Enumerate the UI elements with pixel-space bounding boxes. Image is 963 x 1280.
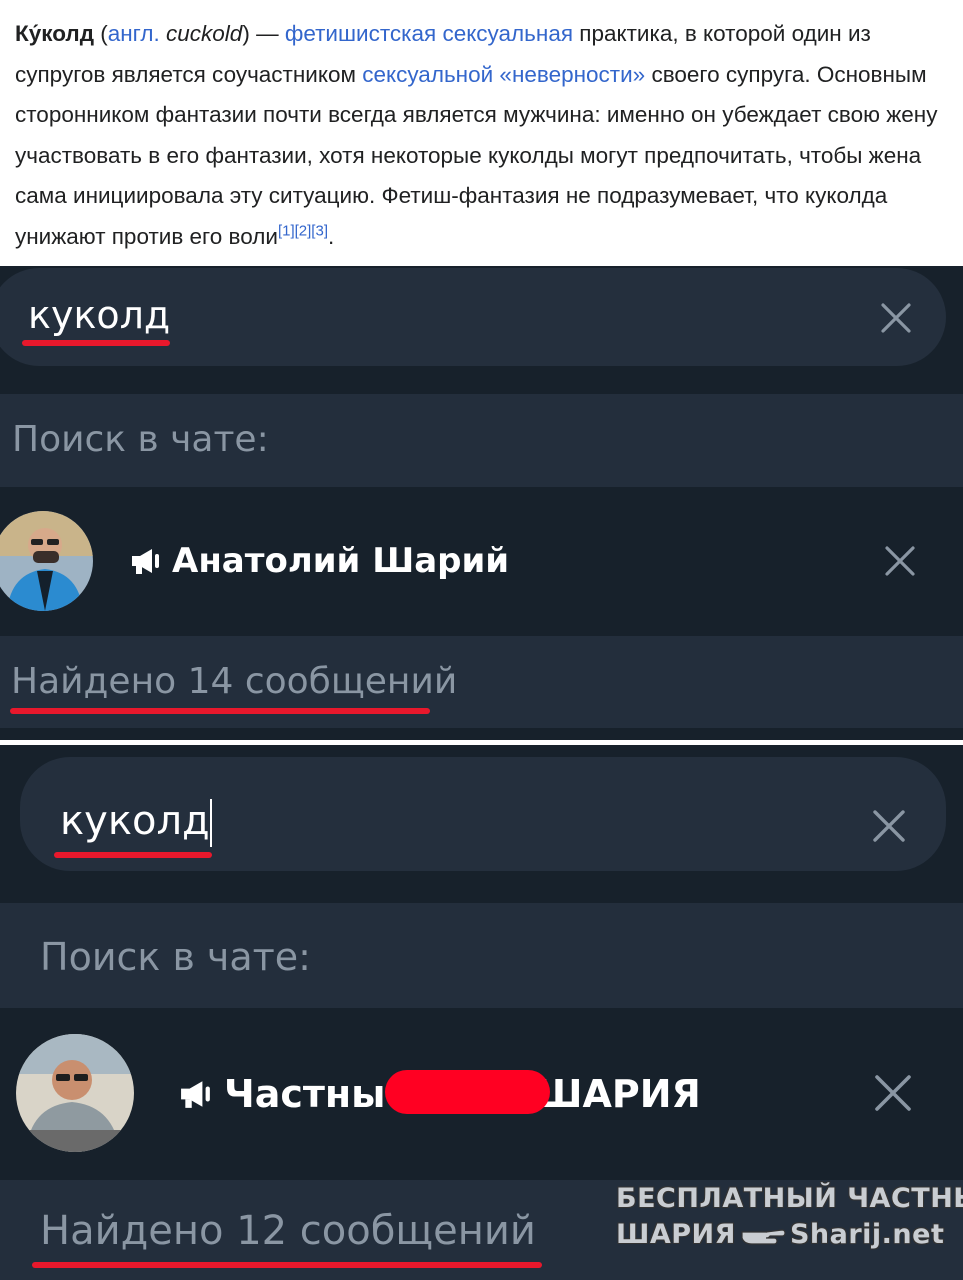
telegram-search-panel-top: куколд Поиск в чате: Анатолий Шарий Найд… [0,266,963,740]
close-icon[interactable] [872,809,906,843]
results-count: Найдено 12 сообщений [40,1208,536,1254]
wiki-term: Ку́колд [15,21,94,46]
chat-name-part: Частны [224,1072,386,1116]
wiki-text: . [328,223,335,249]
search-bar[interactable]: куколд [20,757,946,871]
search-input[interactable]: куколд [28,290,170,340]
search-hint-bar: Поиск в чате: [0,903,963,1008]
search-hint-bar: Поиск в чате: [0,394,963,487]
wiki-english-term: cuckold [166,21,243,46]
wiki-paragraph: Ку́колд (англ. cuckold) — фетишистская с… [15,14,955,257]
chat-filter-row[interactable]: Анатолий Шарий [0,487,963,636]
wiki-link-infidelity[interactable]: сексуальной «неверности» [362,62,645,87]
pointing-hand-icon [741,1229,786,1245]
watermark-line-1: БЕСПЛАТНЫЙ ЧАСТНЫЙ [616,1183,963,1214]
watermark: БЕСПЛАТНЫЙ ЧАСТНЫЙ ШАРИЯ Sharij.net [616,1181,963,1253]
watermark-text: ШАРИЯ [616,1219,736,1250]
wiki-text: ) — [242,21,285,46]
watermark-line-2: ШАРИЯ Sharij.net [616,1217,946,1253]
chat-title: Анатолий Шарий [130,537,509,585]
highlight-underline [22,340,170,346]
chat-filter-row[interactable]: Частны ШАРИЯ [0,1008,963,1180]
results-count-bar: Найдено 14 сообщений [0,636,963,728]
wiki-article-excerpt: Ку́колд (англ. cuckold) — фетишистская с… [0,0,963,266]
chat-name: Анатолий Шарий [172,541,510,581]
search-hint-label: Поиск в чате: [12,419,269,460]
search-input[interactable]: куколд [60,795,212,847]
text-cursor [209,799,212,847]
highlight-underline [54,852,212,858]
close-icon[interactable] [874,1074,912,1112]
highlight-underline [32,1262,542,1268]
watermark-text: Sharij.net [789,1219,945,1250]
wiki-references[interactable]: [1][2][3] [278,222,328,239]
wiki-text: своего супруга. Основным сторонником фан… [15,61,938,249]
megaphone-icon [181,1081,210,1108]
highlight-underline [10,708,430,714]
search-hint-label: Поиск в чате: [40,935,311,979]
close-icon[interactable] [880,302,912,334]
redaction-mark [385,1070,550,1114]
wiki-link-fetish[interactable]: фетишистская сексуальная [285,21,573,46]
avatar [0,511,93,611]
wiki-text: ( [93,21,108,46]
search-query-text: куколд [60,798,210,844]
results-count: Найдено 14 сообщений [11,661,458,702]
search-bar[interactable]: куколд [0,268,946,366]
close-icon[interactable] [884,545,916,577]
avatar [16,1034,134,1152]
wiki-link-lang[interactable]: англ. [108,21,160,46]
megaphone-icon [132,549,159,574]
chat-name-part: ШАРИЯ [535,1072,701,1116]
